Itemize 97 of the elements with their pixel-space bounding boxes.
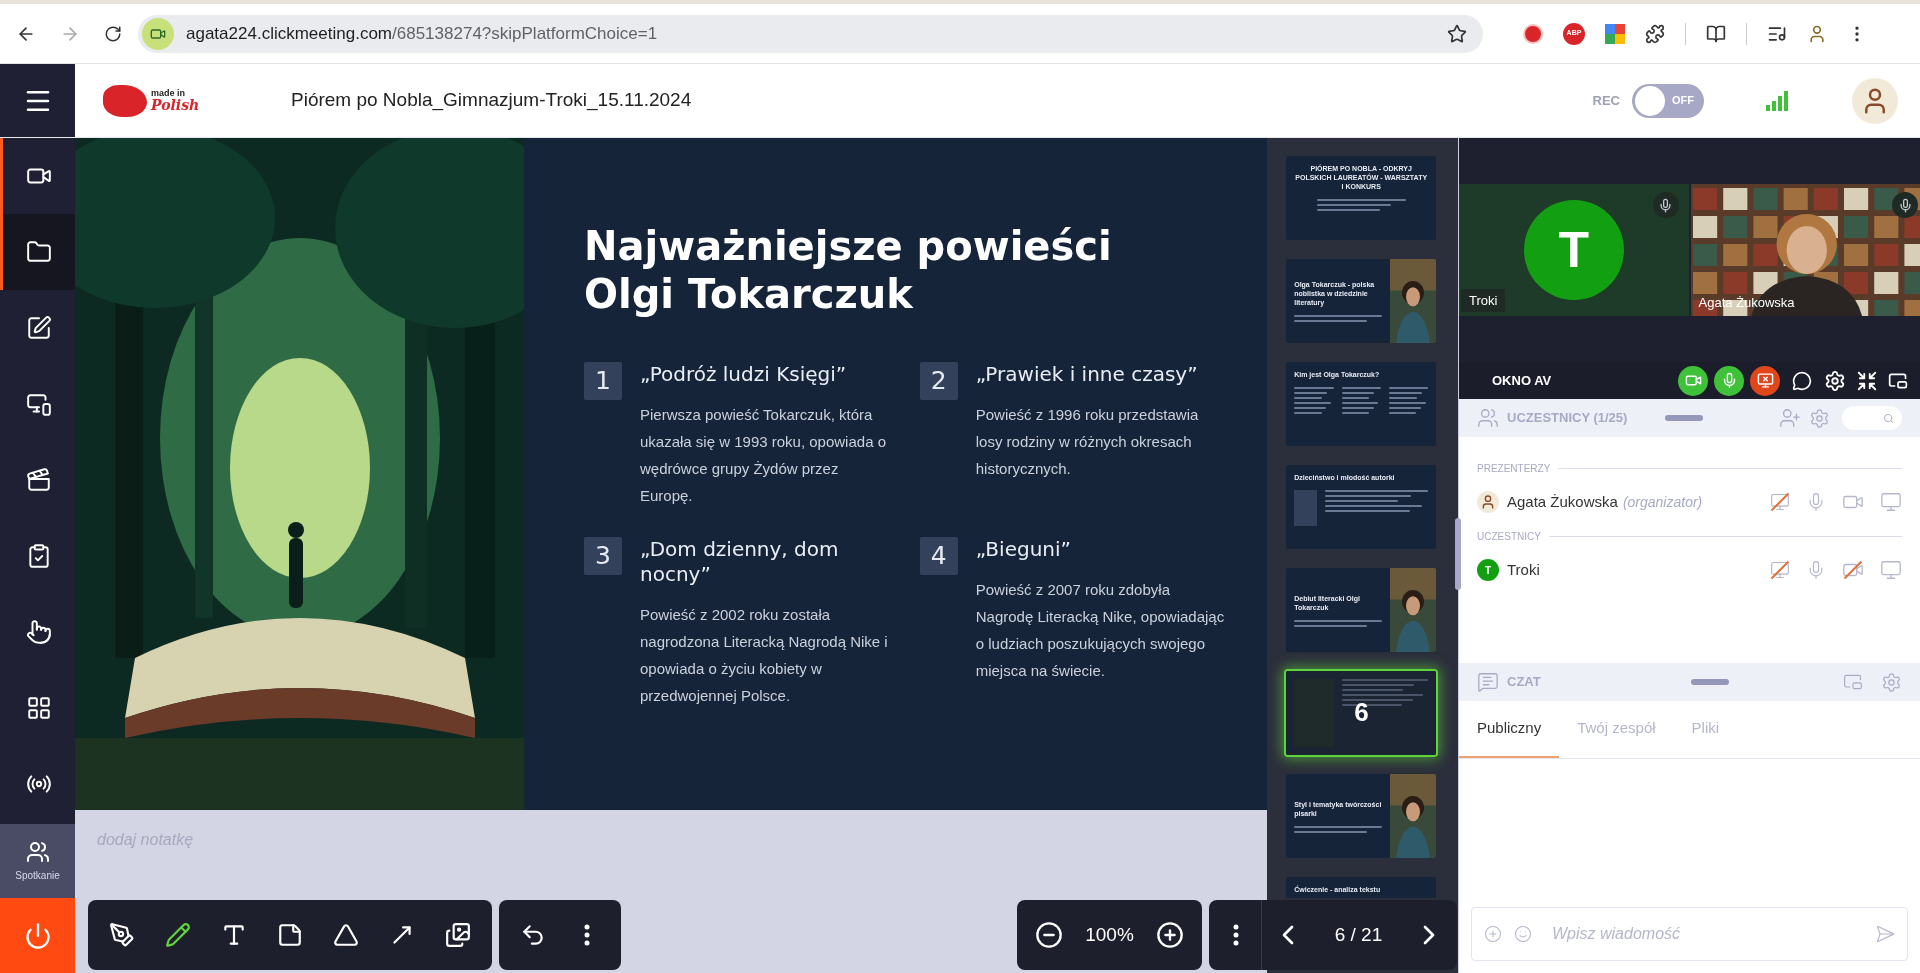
settings-icon[interactable] (1824, 369, 1846, 392)
scrollbar[interactable] (1455, 518, 1461, 590)
novel-title: „Dom dzienny, dom nocny” (640, 537, 840, 587)
av-control-button[interactable] (1714, 365, 1744, 396)
av-control-button[interactable] (1750, 365, 1780, 396)
pencil-icon (165, 922, 191, 948)
message-composer[interactable]: Wpisz wiadomość (1471, 907, 1908, 961)
participant-name: Troki (1461, 288, 1506, 312)
page-counter: 6 / 21 (1333, 922, 1384, 947)
people-icon (25, 839, 50, 864)
address-bar[interactable]: agata224.clickmeeting.com/685138274?skipPlatformChoice=1 (138, 14, 1483, 53)
novel-description: Powieść z 2002 roku została nagrodzona Literacką Nagrodą Nike i opowiada o życiu kobiety w przedwojennej Polsce. (640, 605, 889, 706)
chat-tab[interactable]: Publiczny (1459, 701, 1560, 758)
signal-icon (1766, 90, 1790, 111)
number-badge: 1 (584, 362, 622, 400)
screen-share-off-icon[interactable] (1770, 560, 1790, 580)
mic-icon (1652, 192, 1679, 218)
screen-share-off-icon (1756, 372, 1774, 389)
rec-label: REC (1592, 91, 1620, 110)
undo-icon (520, 922, 546, 948)
edit-icon (26, 315, 52, 341)
minus-icon (1035, 921, 1063, 949)
text-lines-drawing (1388, 387, 1429, 414)
logo-text: Polish (151, 98, 200, 112)
text-icon (221, 922, 247, 948)
extensions-icon[interactable] (1645, 23, 1665, 44)
sticky-note-icon (277, 922, 303, 948)
shrink-icon[interactable] (1856, 369, 1878, 392)
bookmark-star-icon[interactable] (1447, 23, 1467, 44)
meeting-title: Piórem po Nobla_Gimnazjum-Troki_15.11.2024 (291, 88, 692, 113)
resize-handle[interactable] (1690, 679, 1729, 685)
search-field[interactable] (1842, 406, 1902, 430)
slide-thumbnail[interactable]: 6 (1286, 671, 1437, 755)
search-icon (1883, 412, 1894, 424)
slide-title: Najważniejsze powieści Olgi Tokarczuk (584, 222, 1113, 318)
participant-role: (organizator) (1622, 492, 1703, 512)
number-badge: 3 (584, 537, 622, 575)
clipboard-check-icon (26, 543, 52, 569)
section-title: CZAT (1507, 673, 1541, 692)
meeting-button[interactable]: Spotkanie (0, 824, 75, 898)
menu-button[interactable] (0, 64, 75, 137)
profile-icon[interactable] (1807, 23, 1827, 44)
participant-avatar: T (1477, 559, 1499, 581)
more-icon (584, 924, 590, 946)
triangle-icon (333, 922, 359, 948)
novel-description: Pierwsza powieść Tokarczuk, która ukazała się w 1993 roku, opowiada o wędrówce grupy Żydów przez Europę. (640, 405, 887, 506)
grid-icon (26, 695, 52, 721)
participant-avatar (1477, 491, 1499, 513)
chat-bubble-icon[interactable] (1792, 370, 1812, 391)
zoom-in-button[interactable] (1156, 921, 1184, 949)
novel-title: „Podróż ludzi Księgi” (640, 362, 848, 387)
text-lines-drawing (1294, 387, 1334, 414)
step-block (1294, 490, 1318, 526)
extension-icon[interactable] (1523, 23, 1543, 44)
sidebar-item[interactable] (0, 214, 75, 290)
extension-icon[interactable] (1605, 23, 1625, 44)
user-avatar[interactable] (1852, 77, 1898, 124)
reading-list-icon[interactable] (1706, 23, 1726, 44)
power-button[interactable] (0, 898, 75, 973)
number-badge: 2 (919, 362, 958, 400)
message-field[interactable]: Wpisz wiadomość (1552, 922, 1863, 946)
number-badge: 4 (919, 537, 958, 575)
zoom-out-button[interactable] (1035, 921, 1063, 949)
power-icon (23, 921, 52, 950)
url-text: agata224.clickmeeting.com/685138274?skipPlatformChoice=1 (186, 22, 659, 45)
screen-share-off-icon[interactable] (1770, 492, 1790, 512)
participants-icon (1477, 407, 1499, 429)
pen-tool-icon (109, 922, 135, 948)
plus-icon (1156, 921, 1184, 949)
video-player-icon (26, 467, 52, 493)
participant-name: Agata Żukowska (1507, 491, 1618, 512)
pointer-hand-icon (26, 619, 52, 645)
screens-icon (26, 391, 52, 417)
text-lines-drawing (1341, 387, 1381, 414)
image-icon (445, 922, 471, 948)
reload-icon[interactable] (104, 24, 122, 43)
novel-description: Powieść z 2007 roku zdobyła Nagrodę Literacką Nike, opowiadając o ludziach poszukujących swojego miejsca na świecie. (975, 580, 1226, 681)
logo-mark (103, 84, 147, 117)
av-control-button[interactable] (1678, 365, 1708, 396)
section-title: UCZESTNICY (1/25) (1507, 409, 1628, 428)
panel-title: OKNO AV (1492, 371, 1552, 390)
chat-icon (1477, 671, 1499, 693)
group-label: PREZENTERZY (1477, 461, 1551, 476)
more-icon (1233, 924, 1239, 946)
novel-title: „Prawiek i inne czasy” (975, 362, 1199, 387)
group-label: UCZESTNICY (1477, 529, 1541, 544)
participant-name: Agata Żukowska (1698, 293, 1795, 312)
resize-handle[interactable] (1665, 415, 1704, 421)
folder-icon (26, 239, 52, 265)
participant-avatar: T (1523, 200, 1624, 300)
zoom-level: 100% (1085, 922, 1134, 947)
participant-name: Troki (1507, 559, 1540, 580)
novel-title: „Bieguni” (975, 537, 1072, 562)
camera-icon (142, 17, 174, 50)
slide-number: 6 (1354, 697, 1369, 727)
logo-text: made in (151, 89, 186, 98)
novel-description: Powieść z 1996 roku przedstawia losy rodziny w różnych okresach historycznych. (975, 405, 1200, 479)
